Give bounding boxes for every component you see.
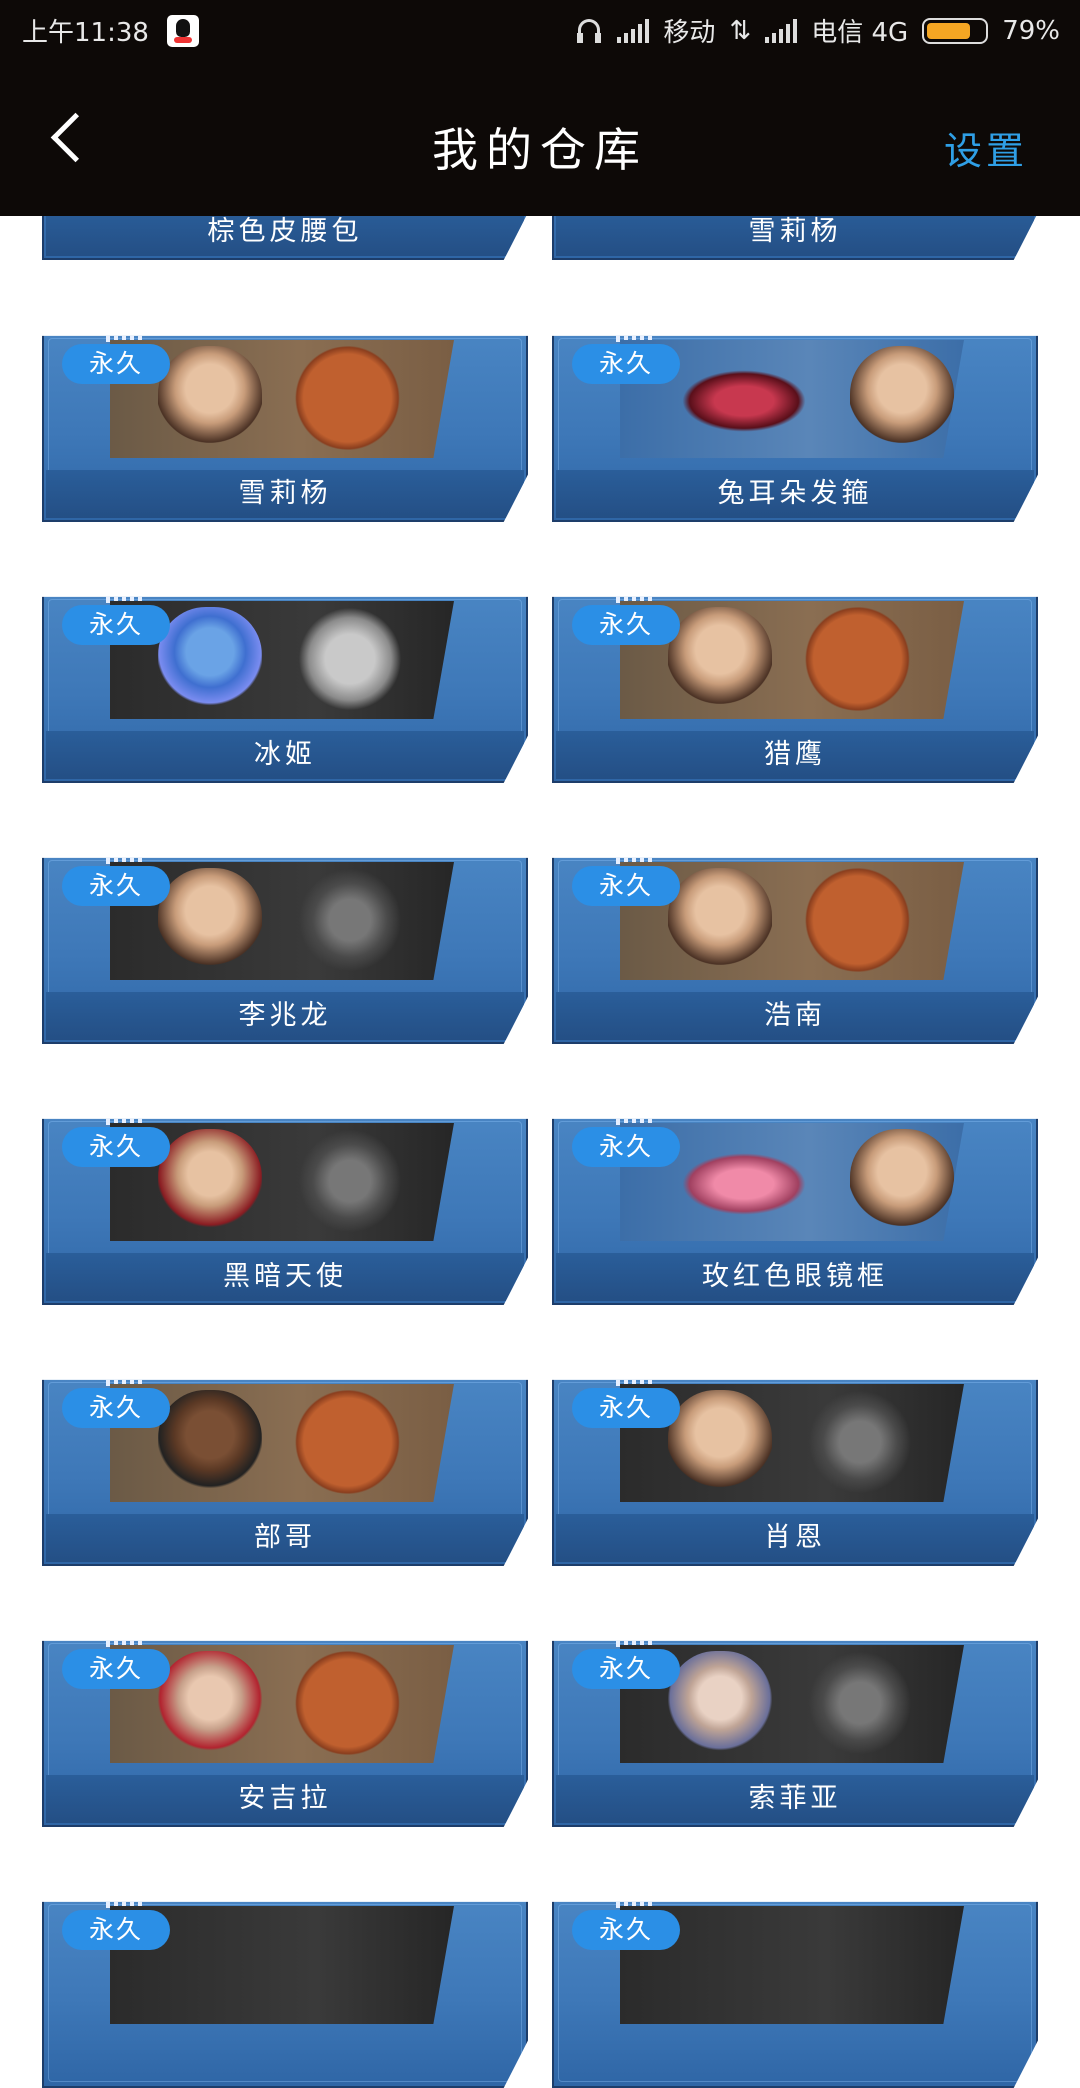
data-transfer-icon: ⇅ (729, 15, 752, 46)
card-decoration (616, 596, 652, 603)
card-decoration (106, 1901, 142, 1908)
permanent-badge: 永久 (62, 605, 170, 645)
permanent-badge: 永久 (62, 1388, 170, 1428)
inventory-card[interactable]: 永久 索菲亚 (552, 1640, 1038, 1827)
inventory-card[interactable]: 永久 兔耳朵发箍 (552, 335, 1038, 522)
card-decoration (616, 1901, 652, 1908)
qq-notification-icon (166, 14, 199, 47)
card-decoration (616, 335, 652, 342)
item-name: 冰姬 (46, 731, 524, 779)
item-name: 黑暗天使 (46, 1253, 524, 1301)
permanent-badge: 永久 (572, 344, 680, 384)
inventory-grid: 棕色皮腰包 雪莉杨 永久 雪莉杨 永久 兔耳朵发箍 永久 冰姬 永久 猎鹰 永久… (0, 0, 1080, 2088)
card-decoration (616, 1640, 652, 1647)
permanent-badge: 永久 (62, 344, 170, 384)
item-name: 猎鹰 (556, 731, 1034, 779)
item-name: 部哥 (46, 1514, 524, 1562)
inventory-card[interactable]: 永久 安吉拉 (42, 1640, 528, 1827)
inventory-card[interactable]: 永久 玫红色眼镜框 (552, 1118, 1038, 1305)
inventory-card[interactable]: 永久 黑暗天使 (42, 1118, 528, 1305)
item-name: 肖恩 (556, 1514, 1034, 1562)
inventory-card[interactable]: 永久 李兆龙 (42, 857, 528, 1044)
card-decoration (106, 1118, 142, 1125)
permanent-badge: 永久 (572, 1649, 680, 1689)
status-bar: 上午11:38 移动 ⇅ 电信 4G 79% (0, 0, 1080, 58)
carrier-1: 移动 (663, 18, 716, 48)
inventory-card[interactable]: 永久 部哥 (42, 1379, 528, 1566)
settings-button[interactable]: 设置 (944, 120, 1028, 175)
carrier-2: 电信 4G (811, 18, 909, 48)
permanent-badge: 永久 (62, 1127, 170, 1167)
permanent-badge: 永久 (62, 1649, 170, 1689)
permanent-badge: 永久 (572, 1127, 680, 1167)
headset-icon (575, 17, 603, 45)
inventory-card[interactable]: 永久 雪莉杨 (42, 335, 528, 522)
permanent-badge: 永久 (572, 1910, 680, 1950)
card-decoration (616, 1118, 652, 1125)
item-name: 浩南 (556, 992, 1034, 1040)
card-decoration (106, 857, 142, 864)
battery-fill (927, 22, 971, 39)
permanent-badge: 永久 (62, 866, 170, 906)
signal-icon (765, 18, 798, 43)
inventory-card[interactable]: 永久 浩南 (552, 857, 1038, 1044)
item-name: 雪莉杨 (46, 470, 524, 518)
item-name: 玫红色眼镜框 (556, 1253, 1034, 1301)
item-name: 索菲亚 (556, 1775, 1034, 1823)
signal-icon (617, 18, 650, 43)
permanent-badge: 永久 (572, 1388, 680, 1428)
inventory-card[interactable]: 永久 猎鹰 (552, 596, 1038, 783)
title-bar: 我的仓库 设置 (0, 58, 1080, 216)
card-decoration (106, 335, 142, 342)
permanent-badge: 永久 (62, 1910, 170, 1950)
item-name: 李兆龙 (46, 992, 524, 1040)
battery-percent: 79% (1002, 15, 1060, 46)
status-time: 上午11:38 (22, 18, 149, 48)
page-title: 我的仓库 (432, 123, 648, 177)
card-decoration (616, 1379, 652, 1386)
item-name: 安吉拉 (46, 1775, 524, 1823)
permanent-badge: 永久 (572, 866, 680, 906)
card-decoration (106, 1640, 142, 1647)
permanent-badge: 永久 (572, 605, 680, 645)
card-decoration (106, 596, 142, 603)
card-decoration (616, 857, 652, 864)
inventory-card[interactable]: 永久 冰姬 (42, 596, 528, 783)
card-decoration (106, 1379, 142, 1386)
inventory-card[interactable]: 永久 肖恩 (552, 1379, 1038, 1566)
item-name: 兔耳朵发箍 (556, 470, 1034, 518)
battery-icon (922, 17, 989, 44)
